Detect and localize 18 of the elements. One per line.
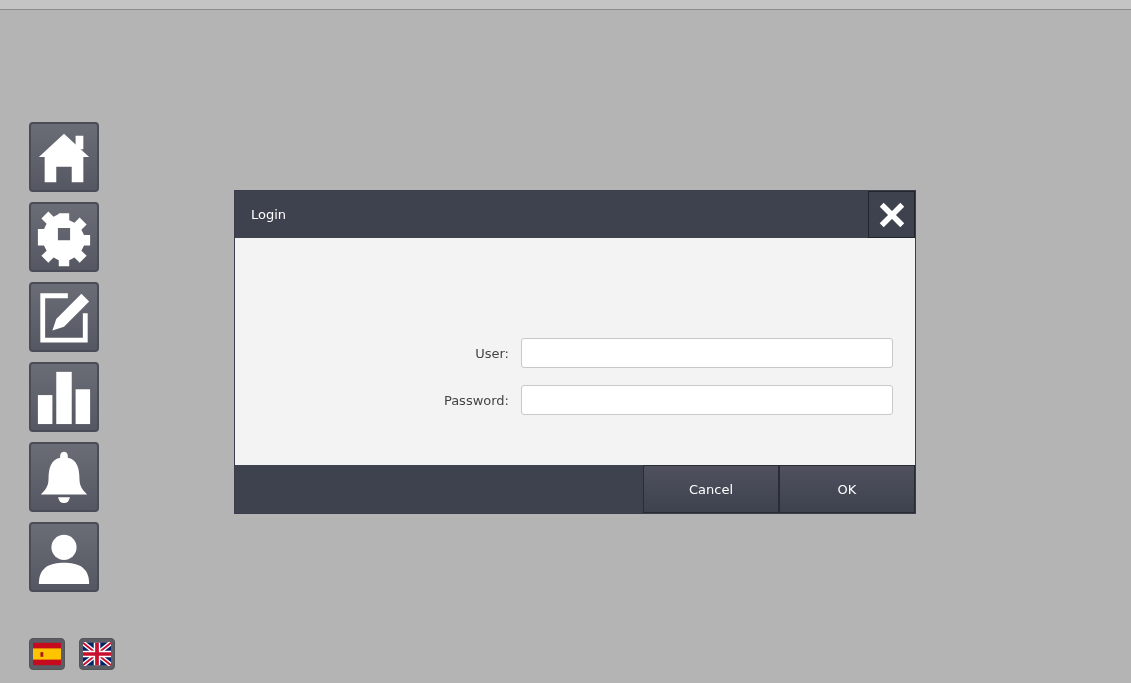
- nav-button[interactable]: [29, 522, 99, 592]
- british-flag-icon: [83, 642, 111, 666]
- nav-button[interactable]: [29, 282, 99, 352]
- dialog-button[interactable]: OK: [779, 465, 915, 513]
- input-field[interactable]: [521, 385, 893, 415]
- nav-button[interactable]: [29, 122, 99, 192]
- spanish-flag-icon: [33, 642, 61, 666]
- dialog-button[interactable]: Cancel: [643, 465, 779, 513]
- close-button[interactable]: [868, 191, 915, 238]
- field-label: Password:: [443, 392, 509, 408]
- nav-button[interactable]: [29, 442, 99, 512]
- language-button[interactable]: [79, 638, 115, 670]
- dialog-title: Login: [250, 207, 287, 222]
- nav-button[interactable]: [29, 202, 99, 272]
- close-icon: [877, 200, 906, 229]
- field-label: User:: [475, 345, 509, 361]
- nav-button[interactable]: [29, 362, 99, 432]
- input-field[interactable]: [521, 338, 893, 368]
